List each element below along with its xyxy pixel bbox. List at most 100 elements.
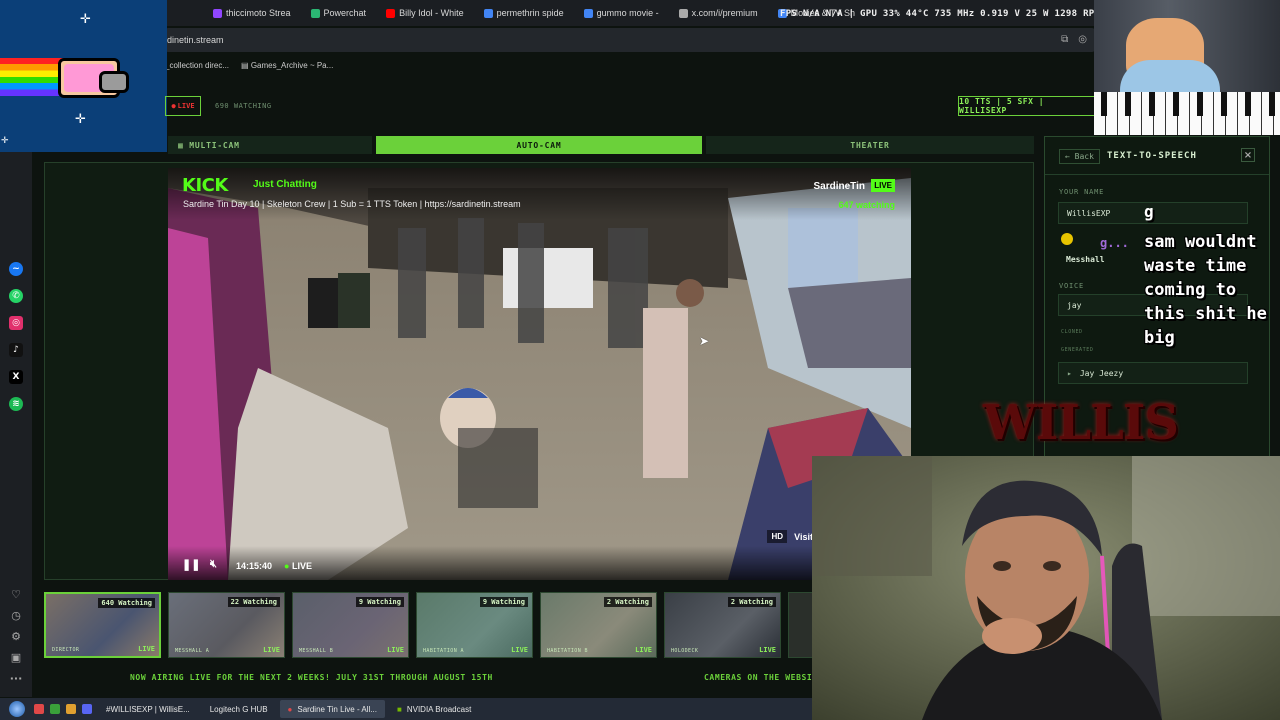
chat-username: g... xyxy=(1100,236,1129,250)
tab-label: permethrin spide xyxy=(496,8,564,18)
taskbar-item[interactable]: Logitech G HUB xyxy=(202,700,276,718)
tab-favicon-icon xyxy=(583,8,593,18)
back-button[interactable]: ← Back xyxy=(1059,149,1100,164)
tab-label: Powerchat xyxy=(323,8,367,18)
camera-thumbnail[interactable]: 22 Watching MESSHALL A LIVE xyxy=(168,592,285,658)
voice-option[interactable]: ▸ Jay Jeezy xyxy=(1058,362,1248,384)
more-icon[interactable]: ··· xyxy=(9,671,23,685)
tab-label: AUTO-CAM xyxy=(516,140,562,150)
generated-label: GENERATED xyxy=(1061,347,1094,353)
bookmark-item[interactable]: _collection direc... xyxy=(165,61,229,70)
channel-name[interactable]: SardineTin xyxy=(814,181,866,192)
cameras-link[interactable]: CAMERAS ON THE WEBSITE xyxy=(704,673,823,682)
tab-favicon-icon xyxy=(386,8,396,18)
live-badge: LIVE xyxy=(871,179,895,192)
voice-label: VOICE xyxy=(1059,282,1085,290)
thumb-label: MESSHALL B xyxy=(299,648,334,654)
live-dot-indicator: ● LIVE xyxy=(284,561,312,571)
stream-title: Sardine Tin Day 10 | Skeleton Crew | 1 S… xyxy=(183,199,521,209)
taskbar-item[interactable]: ● Sardine Tin Live - All... xyxy=(279,700,385,718)
cloned-label: CLONED xyxy=(1061,329,1083,335)
camera-thumbnail[interactable]: 2 Watching HABITATION B LIVE xyxy=(540,592,657,658)
tab-label: thiccimoto Strea xyxy=(226,8,291,18)
address-bar-icons: ⧉ ◎ xyxy=(1061,34,1087,45)
thumb-watching: 9 Watching xyxy=(479,597,528,607)
browser-icon[interactable] xyxy=(34,704,44,714)
browser-tab[interactable]: permethrin spide xyxy=(476,3,572,23)
tts-stats-button[interactable]: 10 TTS | 5 SFX | WILLISEXP xyxy=(958,96,1095,116)
tab-multi-cam[interactable]: ▦ MULTI-CAM xyxy=(168,136,372,154)
heart-icon[interactable]: ♡ xyxy=(9,587,23,601)
browser-tab[interactable]: Powerchat xyxy=(303,3,375,23)
bookmarks-bar: _collection direc... ▤ Games_Archive ~ P… xyxy=(165,56,1095,74)
x-icon[interactable]: X xyxy=(9,370,23,384)
site-header: ● LIVE 690 WATCHING 10 TTS | 5 SFX | WIL… xyxy=(165,90,1095,122)
taskbar-item[interactable]: ■ NVIDIA Broadcast xyxy=(389,700,479,718)
bookmark-label: Games_Archive ~ Pa... xyxy=(250,60,334,70)
live-text: LIVE xyxy=(291,561,312,571)
camera-thumbnail-partial[interactable] xyxy=(788,592,814,658)
visit-link[interactable]: Visit xyxy=(794,532,813,542)
mouse-cursor-icon: ➤ xyxy=(699,334,710,348)
thumb-live: LIVE xyxy=(759,646,776,654)
address-bar[interactable]: dinetin.stream ⧉ ◎ xyxy=(165,28,1095,52)
thumb-watching: 2 Watching xyxy=(603,597,652,607)
close-icon[interactable]: × xyxy=(1241,148,1255,162)
thumb-live: LIVE xyxy=(635,646,652,654)
history-icon[interactable]: ◷ xyxy=(9,608,23,622)
camera-thumbnail[interactable]: 640 Watching DIRECTOR LIVE xyxy=(44,592,161,658)
browser-tab[interactable]: Billy Idol - White xyxy=(378,3,472,23)
video-controls-bar xyxy=(168,546,911,580)
camera-thumbnails: 640 Watching DIRECTOR LIVE 22 Watching M… xyxy=(44,592,814,658)
tts-title: TEXT-TO-SPEECH xyxy=(1107,151,1197,161)
pause-icon[interactable]: ❚❚ xyxy=(182,558,200,571)
start-button[interactable] xyxy=(0,698,34,720)
screen: thiccimoto Strea Powerchat Billy Idol - … xyxy=(0,0,1280,720)
thumb-live: LIVE xyxy=(138,645,155,653)
discord-icon[interactable] xyxy=(82,704,92,714)
camera-thumbnail[interactable]: 2 Watching HOLODECK LIVE xyxy=(664,592,781,658)
camera-thumbnail[interactable]: 9 Watching MESSHALL B LIVE xyxy=(292,592,409,658)
thumb-live: LIVE xyxy=(387,646,404,654)
tab-theater[interactable]: THEATER xyxy=(706,136,1034,154)
browser-tab[interactable]: thiccimoto Strea xyxy=(205,3,299,23)
chrome-icon: ● xyxy=(287,704,293,714)
messenger-icon[interactable]: ~ xyxy=(9,262,23,276)
browser-sidebar: ~ ✆ ◎ ♪ X ≋ ♡ ◷ ⚙ ▣ ··· xyxy=(0,152,32,697)
tab-label: THEATER xyxy=(850,140,890,150)
total-watching: 690 WATCHING xyxy=(215,102,272,110)
browser-tab[interactable]: x.com/i/premium xyxy=(671,3,766,23)
tab-auto-cam[interactable]: AUTO-CAM xyxy=(376,136,702,154)
app-icon[interactable] xyxy=(50,704,60,714)
mute-icon[interactable]: 🔇︎ xyxy=(210,558,217,571)
thumb-watching: 2 Watching xyxy=(727,597,776,607)
nyan-cat xyxy=(58,58,129,98)
whatsapp-icon[interactable]: ✆ xyxy=(9,289,23,303)
spotify-icon[interactable]: ≋ xyxy=(9,397,23,411)
settings-icon[interactable]: ⚙ xyxy=(9,629,23,643)
folder-icon[interactable] xyxy=(66,704,76,714)
webcam-feed xyxy=(812,456,1280,720)
url-text: dinetin.stream xyxy=(167,35,224,45)
announcement-ticker: NOW AIRING LIVE FOR THE NEXT 2 WEEKS! JU… xyxy=(130,673,493,682)
instagram-icon[interactable]: ◎ xyxy=(9,316,23,330)
thumb-watching: 9 Watching xyxy=(355,597,404,607)
stream-category[interactable]: Just Chatting xyxy=(253,179,317,190)
bookmark-item[interactable]: ▤ Games_Archive ~ Pa... xyxy=(241,61,333,70)
camera-thumbnail[interactable]: 9 Watching HABITATION A LIVE xyxy=(416,592,533,658)
star-icon: ✛ xyxy=(75,112,86,127)
browser-tab[interactable]: gummo movie - xyxy=(576,3,667,23)
video-player[interactable]: KICK Just Chatting Sardine Tin Day 10 | … xyxy=(168,168,911,580)
taskbar-label: #WILLISEXP | WillisE... xyxy=(106,704,190,714)
taskbar-item[interactable]: #WILLISEXP | WillisE... xyxy=(98,700,198,718)
play-icon[interactable]: ▸ xyxy=(1067,369,1072,378)
tab-label: gummo movie - xyxy=(596,8,659,18)
tab-favicon-icon xyxy=(310,8,320,18)
nyan-cat-overlay: ✛ ✛ ✛ xyxy=(0,0,167,152)
hd-quality-button[interactable]: HD xyxy=(767,530,787,543)
tab-favicon-icon xyxy=(213,8,222,18)
camera-icon[interactable]: ◎ xyxy=(1078,34,1087,45)
extension-icon[interactable]: ▣ xyxy=(9,650,23,664)
open-in-app-icon[interactable]: ⧉ xyxy=(1061,34,1068,45)
tiktok-icon[interactable]: ♪ xyxy=(9,343,23,357)
